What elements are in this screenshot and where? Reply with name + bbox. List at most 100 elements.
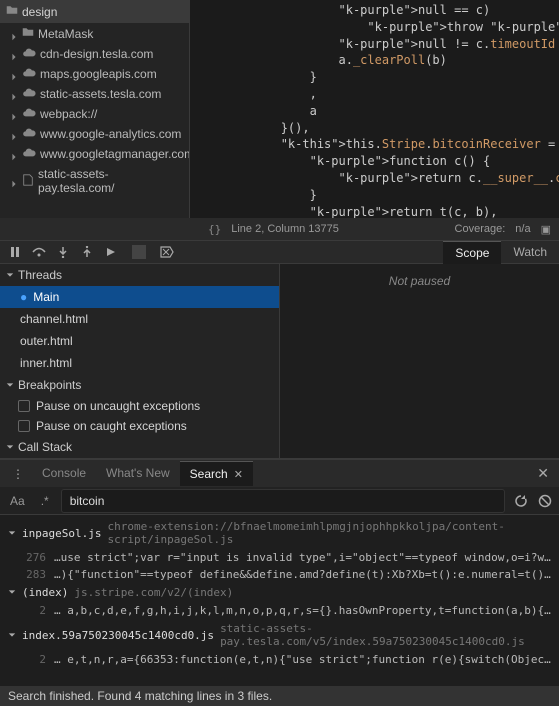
folder-icon [6, 4, 18, 19]
breakpoints-toggle-icon[interactable] [160, 245, 174, 259]
line-text: …use strict";var r="input is invalid typ… [54, 551, 551, 564]
thread-item[interactable]: channel.html [0, 308, 279, 330]
tree-item-label: webpack:// [40, 107, 97, 121]
tree-item-label: cdn-design.tesla.com [40, 47, 153, 61]
thread-item[interactable]: outer.html [0, 330, 279, 352]
threads-header[interactable]: Threads [0, 264, 279, 286]
checkbox-icon[interactable] [18, 400, 30, 412]
cloud-icon [22, 107, 36, 121]
match-case-button[interactable]: Aa [6, 492, 29, 510]
result-filepath: js.stripe.com/v2/(index) [74, 586, 233, 599]
cursor-position: Line 2, Column 13775 [231, 223, 339, 235]
debug-toolbar: Scope Watch [0, 240, 559, 264]
close-icon[interactable]: ✕ [234, 468, 243, 481]
result-filename: inpageSol.js [22, 527, 101, 540]
tree-header-label: design [22, 5, 57, 19]
breakpoint-option[interactable]: Pause on uncaught exceptions [0, 396, 279, 416]
step-over-icon[interactable] [32, 245, 46, 259]
tree-item[interactable]: webpack:// [0, 104, 189, 124]
cloud-icon [22, 87, 36, 101]
result-file[interactable]: index.59a750230045c1400cd0.js static-ass… [0, 619, 559, 651]
refresh-icon[interactable] [513, 493, 529, 509]
option-label: Pause on uncaught exceptions [36, 399, 200, 413]
chevron-down-icon [6, 440, 14, 454]
close-drawer-icon[interactable]: ✕ [533, 465, 553, 482]
result-line[interactable]: 2 … e,t,n,r,a={66353:function(e,t,n){"use… [0, 651, 559, 668]
folder-icon [22, 26, 34, 41]
line-number: 283 [18, 568, 46, 581]
callstack-header[interactable]: Call Stack [0, 436, 279, 458]
chevron-right-icon [10, 177, 18, 185]
not-paused-label: Not paused [389, 274, 450, 288]
checkbox-icon[interactable] [18, 420, 30, 432]
result-filename: index.59a750230045c1400cd0.js [22, 629, 214, 642]
tree-item-label: maps.googleapis.com [40, 67, 157, 81]
cloud-icon [22, 67, 36, 81]
tree-item[interactable]: static-assets.tesla.com [0, 84, 189, 104]
drawer-tab-what-s-new[interactable]: What's New [96, 461, 180, 486]
cloud-icon [22, 47, 36, 61]
drawer-tab-search[interactable]: Search✕ [180, 461, 253, 486]
chevron-right-icon [10, 30, 18, 38]
result-file[interactable]: inpageSol.js chrome-extension://bfnaelmo… [0, 517, 559, 549]
tree-item[interactable]: maps.googleapis.com [0, 64, 189, 84]
tree-item-label: www.googletagmanager.com [40, 147, 190, 161]
result-file[interactable]: (index) js.stripe.com/v2/(index) [0, 583, 559, 602]
tree-item-label: static-assets.tesla.com [40, 87, 161, 101]
result-line[interactable]: 2 … a,b,c,d,e,f,g,h,i,j,k,l,m,n,o,p,q,r,s… [0, 602, 559, 619]
result-line[interactable]: 283 …){"function"==typeof define&&define.… [0, 566, 559, 583]
line-number: 2 [18, 653, 46, 666]
chevron-right-icon [10, 50, 18, 58]
regex-button[interactable]: .* [37, 492, 53, 510]
coverage-label: Coverage: [455, 223, 506, 235]
step-icon[interactable] [104, 245, 118, 259]
search-results: inpageSol.js chrome-extension://bfnaelmo… [0, 515, 559, 686]
kebab-menu-icon[interactable]: ⋮ [6, 467, 30, 481]
line-text: …){"function"==typeof define&&define.amd… [54, 568, 551, 581]
tree-item[interactable]: MetaMask [0, 23, 189, 44]
line-text: … e,t,n,r,a={66353:function(e,t,n){"use … [54, 653, 551, 666]
tree-item[interactable]: static-assets-pay.tesla.com/ [0, 164, 189, 198]
tree-header[interactable]: design [0, 0, 189, 23]
thread-item[interactable]: inner.html [0, 352, 279, 374]
step-into-icon[interactable] [56, 245, 70, 259]
tab-label: What's New [106, 466, 170, 480]
breakpoints-header[interactable]: Breakpoints [0, 374, 279, 396]
pause-icon[interactable] [8, 245, 22, 259]
chevron-right-icon [10, 70, 18, 78]
drawer-tabs: ⋮ Console What's New Search✕ ✕ [0, 459, 559, 487]
tab-watch[interactable]: Watch [501, 241, 559, 264]
step-out-icon[interactable] [80, 245, 94, 259]
code-editor[interactable]: "k-purple">null == c) "k-purple">throw "… [190, 0, 559, 218]
result-line[interactable]: 276 …use strict";var r="input is invalid … [0, 549, 559, 566]
chevron-down-icon [6, 268, 14, 282]
line-number: 276 [18, 551, 46, 564]
chevron-down-icon [8, 586, 16, 599]
tree-item[interactable]: www.google-analytics.com [0, 124, 189, 144]
tree-item[interactable]: www.googletagmanager.com [0, 144, 189, 164]
chevron-right-icon [10, 90, 18, 98]
tab-label: Console [42, 466, 86, 480]
sidebar-toggle-icon[interactable]: ▣ [541, 223, 551, 236]
braces-icon[interactable]: {} [208, 223, 221, 236]
thread-item[interactable]: Main [0, 286, 279, 308]
drawer-tab-console[interactable]: Console [32, 461, 96, 486]
clear-icon[interactable] [537, 493, 553, 509]
tab-scope[interactable]: Scope [443, 241, 501, 264]
line-text: … a,b,c,d,e,f,g,h,i,j,k,l,m,n,o,p,q,r,s=… [54, 604, 551, 617]
line-number: 2 [18, 604, 46, 617]
result-filename: (index) [22, 586, 68, 599]
breakpoint-option[interactable]: Pause on caught exceptions [0, 416, 279, 436]
tree-item-label: www.google-analytics.com [40, 127, 181, 141]
status-bar: {} Line 2, Column 13775 Coverage: n/a ▣ [0, 218, 559, 240]
chevron-right-icon [10, 110, 18, 118]
search-bar: Aa .* [0, 487, 559, 515]
tree-item[interactable]: cdn-design.tesla.com [0, 44, 189, 64]
chevron-right-icon [10, 150, 18, 158]
chevron-down-icon [6, 378, 14, 392]
cloud-icon [22, 147, 36, 161]
debug-left-pane: Threads Mainchannel.htmlouter.htmlinner.… [0, 264, 280, 458]
search-input[interactable] [61, 489, 505, 513]
chevron-down-icon [8, 629, 16, 642]
file-icon [22, 174, 34, 189]
